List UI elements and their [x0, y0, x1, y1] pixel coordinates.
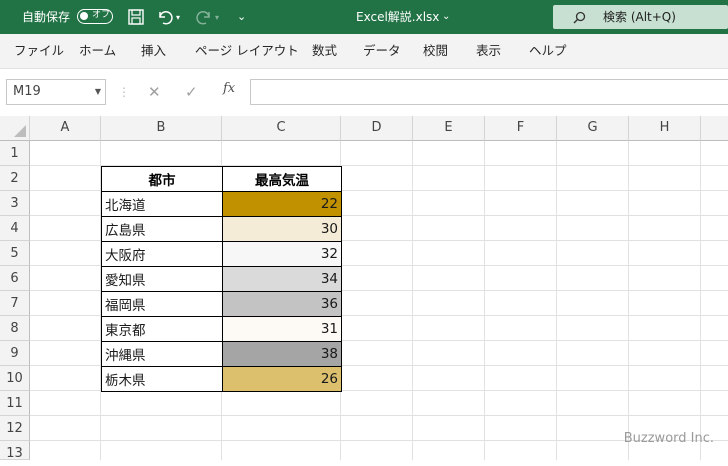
temperature-cell[interactable]: 31 — [222, 316, 342, 342]
undo-dropdown-icon[interactable]: ▾ — [176, 1, 180, 35]
table-row: 福岡県 36 — [101, 291, 342, 317]
data-table: 都市 最高気温 北海道 22 広島県 30 大阪府 32 愛知県 34 福岡県 36 東京都 31 沖縄… — [101, 166, 342, 392]
header-cell-city[interactable]: 都市 — [101, 166, 223, 192]
row-header-8[interactable]: 8 — [0, 316, 30, 341]
temperature-cell[interactable]: 26 — [222, 366, 342, 392]
column-header-partial[interactable] — [701, 116, 728, 141]
gridline — [628, 141, 629, 460]
name-box-dropdown-icon[interactable]: ▼ — [95, 80, 101, 104]
row-header-4[interactable]: 4 — [0, 216, 30, 241]
table-row: 広島県 30 — [101, 216, 342, 242]
toggle-knob — [80, 12, 88, 20]
formula-bar: M19 ▼ ⋮ ✕ ✓ fx — [0, 68, 728, 117]
save-icon[interactable] — [127, 8, 145, 26]
watermark: Buzzword Inc. — [623, 431, 714, 446]
file-name[interactable]: Excel解説.xlsx — [356, 0, 439, 34]
formula-input[interactable] — [250, 79, 728, 105]
column-header-h[interactable]: H — [629, 116, 701, 141]
city-cell[interactable]: 大阪府 — [101, 241, 223, 267]
column-header-c[interactable]: C — [222, 116, 341, 141]
row-header-13[interactable]: 13 — [0, 441, 30, 461]
temperature-cell[interactable]: 32 — [222, 241, 342, 267]
city-cell[interactable]: 北海道 — [101, 191, 223, 217]
select-all-corner[interactable] — [0, 116, 30, 141]
temperature-cell[interactable]: 30 — [222, 216, 342, 242]
row-header-7[interactable]: 7 — [0, 291, 30, 316]
redo-dropdown-icon: ▾ — [215, 13, 220, 22]
row-header-2[interactable]: 2 — [0, 166, 30, 191]
row-header-3[interactable]: 3 — [0, 191, 30, 216]
city-cell[interactable]: 沖縄県 — [101, 341, 223, 367]
undo-icon[interactable] — [156, 8, 174, 26]
search-placeholder: 検索 (Alt+Q) — [603, 10, 676, 24]
header-cell-temp[interactable]: 最高気温 — [222, 166, 342, 192]
column-header-a[interactable]: A — [30, 116, 101, 141]
redo-icon — [196, 11, 210, 25]
column-header-d[interactable]: D — [341, 116, 413, 141]
row-header-1[interactable]: 1 — [0, 141, 30, 166]
cancel-icon: ✕ — [148, 83, 161, 101]
city-cell[interactable]: 愛知県 — [101, 266, 223, 292]
filename-chevron-icon[interactable]: ⌄ — [442, 0, 450, 34]
table-row: 北海道 22 — [101, 191, 342, 217]
row-header-10[interactable]: 10 — [0, 366, 30, 391]
city-cell[interactable]: 福岡県 — [101, 291, 223, 317]
name-box-value: M19 — [13, 84, 41, 99]
more-options-icon[interactable]: ⋮ — [118, 82, 130, 102]
column-header-f[interactable]: F — [485, 116, 557, 141]
table-row: 栃木県 26 — [101, 366, 342, 392]
search-box[interactable]: 検索 (Alt+Q) — [553, 5, 728, 29]
table-row: 東京都 31 — [101, 316, 342, 342]
city-cell[interactable]: 栃木県 — [101, 366, 223, 392]
row-header-9[interactable]: 9 — [0, 341, 30, 366]
gridline — [412, 141, 413, 460]
tab-help[interactable]: ヘルプ — [529, 34, 567, 68]
row-header-5[interactable]: 5 — [0, 241, 30, 266]
row-header-12[interactable]: 12 — [0, 416, 30, 441]
insert-function-icon[interactable]: fx — [223, 81, 235, 96]
column-header-e[interactable]: E — [413, 116, 485, 141]
gridline — [484, 141, 485, 460]
autosave-state: オフ — [92, 10, 111, 20]
row-header-6[interactable]: 6 — [0, 266, 30, 291]
tab-home[interactable]: ホーム — [79, 34, 116, 68]
table-row: 大阪府 32 — [101, 241, 342, 267]
column-header-g[interactable]: G — [557, 116, 629, 141]
ribbon-tabs: ファイル ホーム 挿入 ページ レイアウト 数式 データ 校閲 表示 ヘルプ — [0, 34, 728, 68]
table-header-row: 都市 最高気温 — [101, 166, 342, 192]
gridline — [30, 415, 728, 416]
autosave-toggle[interactable]: オフ — [77, 9, 113, 24]
city-cell[interactable]: 広島県 — [101, 216, 223, 242]
worksheet-grid[interactable]: A B C D E F G H 1 2 3 4 5 6 7 8 9 10 11 … — [0, 116, 728, 461]
tab-view[interactable]: 表示 — [476, 34, 501, 68]
column-header-b[interactable]: B — [101, 116, 222, 141]
tab-page-layout[interactable]: ページ レイアウト — [195, 34, 299, 68]
row-header-11[interactable]: 11 — [0, 391, 30, 416]
gridline — [700, 141, 701, 460]
tab-review[interactable]: 校閲 — [423, 34, 448, 68]
table-row: 愛知県 34 — [101, 266, 342, 292]
table-row: 沖縄県 38 — [101, 341, 342, 367]
tab-formulas[interactable]: 数式 — [312, 34, 337, 68]
title-bar: 自動保存 オフ ▾ ▾ ⌄ Excel解説.xlsx ⌄ 検索 (Alt+Q) — [0, 0, 728, 34]
tab-file[interactable]: ファイル — [14, 34, 64, 68]
gridline — [556, 141, 557, 460]
customize-toolbar-icon[interactable]: ⌄ — [237, 0, 246, 34]
tab-data[interactable]: データ — [363, 34, 401, 68]
name-box[interactable]: M19 ▼ — [6, 79, 106, 105]
autosave-label: 自動保存 — [22, 10, 71, 24]
select-all-icon — [14, 125, 26, 137]
city-cell[interactable]: 東京都 — [101, 316, 223, 342]
temperature-cell[interactable]: 22 — [222, 191, 342, 217]
enter-icon: ✓ — [185, 83, 198, 101]
temperature-cell[interactable]: 38 — [222, 341, 342, 367]
tab-insert[interactable]: 挿入 — [141, 34, 166, 68]
temperature-cell[interactable]: 34 — [222, 266, 342, 292]
search-icon — [573, 11, 586, 24]
temperature-cell[interactable]: 36 — [222, 291, 342, 317]
